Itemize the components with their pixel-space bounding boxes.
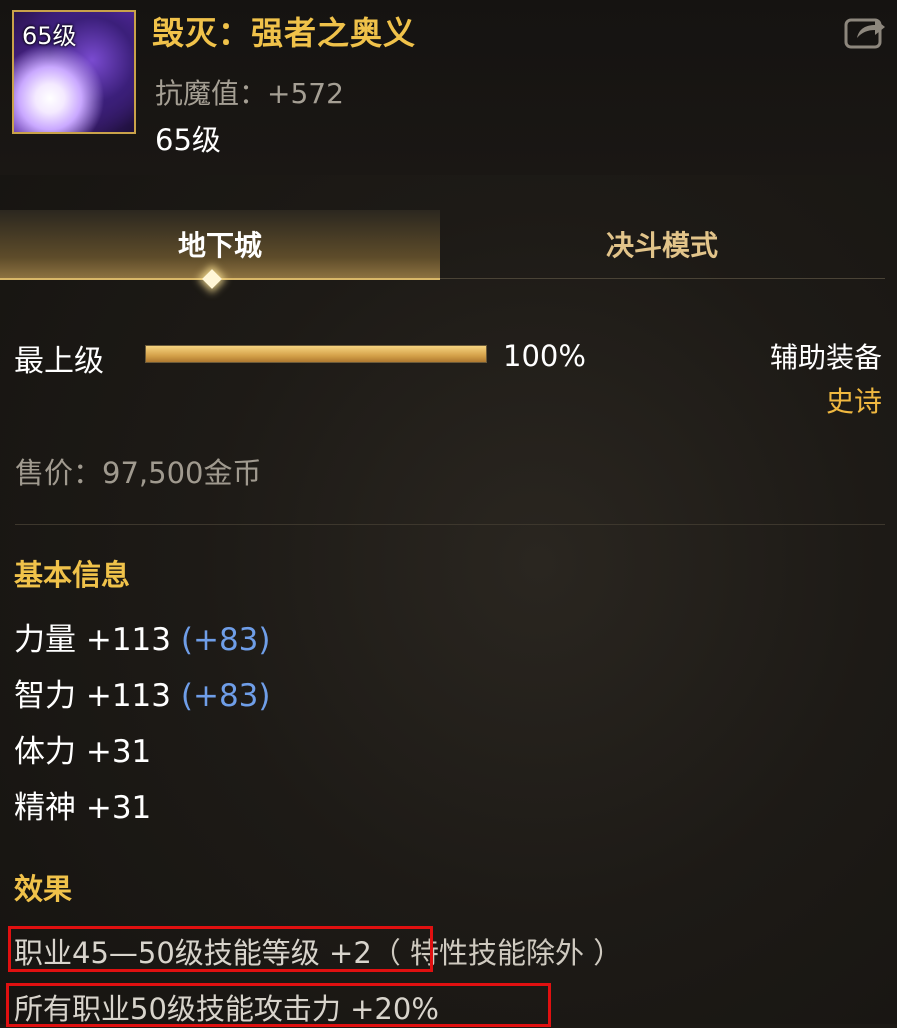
item-header: 65级 毁灭：强者之奥义 抗魔值：+572 65级 (0, 0, 897, 175)
highlight-box (6, 983, 551, 1027)
stat-strength: 力量 +113 (+83) (14, 614, 270, 659)
grade-bar (145, 345, 487, 363)
grade-percent: 100% (503, 339, 586, 373)
grade-bar-fill (146, 346, 486, 362)
stat-value: +31 (85, 790, 152, 826)
stat-name: 体力 (14, 734, 76, 770)
basic-info-title: 基本信息 (14, 558, 131, 592)
resist-value: +572 (267, 77, 344, 110)
stat-name: 精神 (14, 790, 76, 826)
resist-stat: 抗魔值：+572 (155, 72, 344, 112)
required-level: 65级 (155, 123, 221, 157)
grade-label: 最上级 (14, 344, 104, 379)
sell-price: 售价：97,500金币 (15, 456, 262, 490)
stat-value: +113 (85, 678, 172, 714)
stat-spirit: 精神 +31 (14, 782, 151, 827)
share-button[interactable] (843, 12, 887, 50)
section-divider (15, 524, 885, 525)
item-name: 毁灭：强者之奥义 (152, 14, 417, 52)
tab-dungeon[interactable]: 地下城 (0, 210, 440, 280)
stat-vitality: 体力 +31 (14, 726, 151, 771)
effects-title: 效果 (14, 872, 73, 906)
stat-intelligence: 智力 +113 (+83) (14, 670, 270, 715)
mode-tabs: 地下城 决斗模式 (0, 210, 885, 280)
item-icon: 65级 (12, 10, 136, 134)
stat-bonus: (+83) (180, 622, 271, 658)
stat-bonus: (+83) (180, 678, 271, 714)
tab-duel[interactable]: 决斗模式 (442, 210, 882, 278)
stat-name: 力量 (14, 622, 76, 658)
equipment-type: 辅助装备 (769, 341, 882, 374)
tab-divider (440, 278, 885, 279)
share-icon (844, 18, 885, 49)
rarity-label: 史诗 (825, 385, 882, 418)
highlight-box (8, 926, 433, 972)
item-icon-level: 65级 (22, 22, 77, 50)
stat-name: 智力 (14, 678, 76, 714)
stat-value: +113 (85, 622, 172, 658)
stat-value: +31 (85, 734, 152, 770)
resist-label: 抗魔值： (155, 77, 268, 110)
